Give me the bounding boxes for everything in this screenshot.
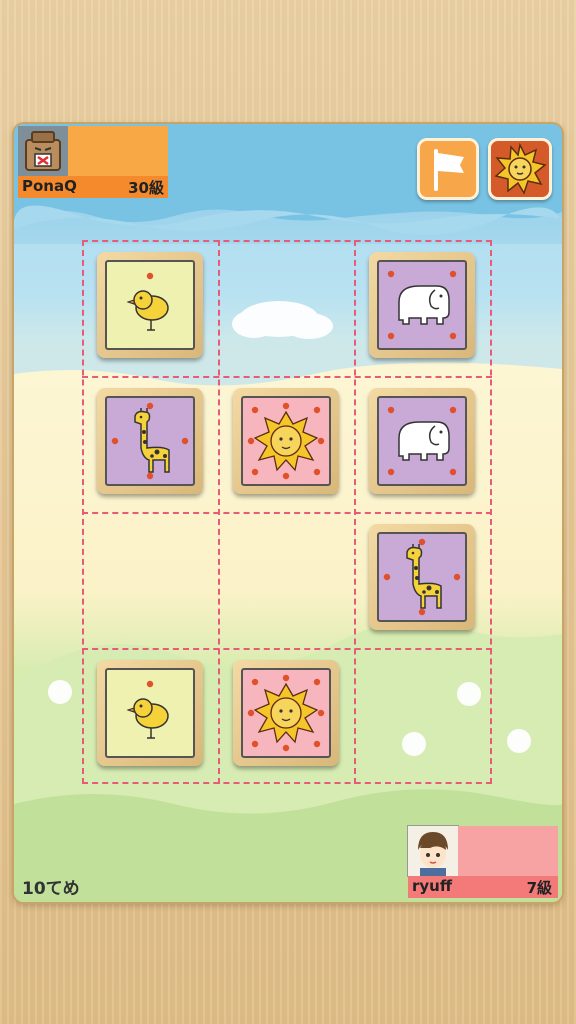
boy-avatar-icon xyxy=(408,826,458,876)
elephant-icon xyxy=(377,396,467,486)
player-banner xyxy=(458,826,558,876)
grid-line xyxy=(82,376,492,378)
lion-icon xyxy=(241,396,331,486)
chick-icon xyxy=(105,668,195,758)
grid-line xyxy=(82,648,492,650)
robot-avatar-icon xyxy=(18,126,68,176)
piece-player-giraffe[interactable] xyxy=(369,524,475,630)
lion-button[interactable] xyxy=(488,138,552,200)
piece-opponent-elephant[interactable] xyxy=(369,252,475,358)
piece-opponent-chick[interactable] xyxy=(97,252,203,358)
opponent-info: PonaQ 30級 xyxy=(18,176,168,198)
grid-line xyxy=(82,512,492,514)
piece-player-chick[interactable] xyxy=(97,660,203,766)
piece-opponent-giraffe[interactable] xyxy=(97,388,203,494)
flag-icon xyxy=(434,149,464,191)
opponent-rank: 30級 xyxy=(128,179,164,197)
opponent-banner xyxy=(68,126,168,176)
grid-line xyxy=(354,240,356,784)
grid-line xyxy=(82,240,84,784)
piece-opponent-lion[interactable] xyxy=(233,388,339,494)
chick-icon xyxy=(105,260,195,350)
player-rank: 7級 xyxy=(526,879,552,897)
piece-player-lion[interactable] xyxy=(233,660,339,766)
opponent-name: PonaQ xyxy=(22,177,77,195)
giraffe-icon xyxy=(105,396,195,486)
lion-icon xyxy=(241,668,331,758)
grid-line xyxy=(82,240,492,242)
elephant-icon xyxy=(377,260,467,350)
lion-icon xyxy=(494,142,547,195)
player-name: ryuff xyxy=(412,877,453,895)
turn-counter: 10てめ xyxy=(22,879,80,899)
grid-line xyxy=(490,240,492,784)
piece-player-elephant[interactable] xyxy=(369,388,475,494)
player-info: ryuff 7級 xyxy=(408,876,558,898)
grid-line xyxy=(82,782,492,784)
opponent-avatar xyxy=(18,126,68,176)
giraffe-icon xyxy=(377,532,467,622)
resign-button[interactable] xyxy=(417,138,479,200)
player-avatar xyxy=(408,826,458,876)
game-board xyxy=(82,240,492,784)
grid-line xyxy=(218,240,220,784)
